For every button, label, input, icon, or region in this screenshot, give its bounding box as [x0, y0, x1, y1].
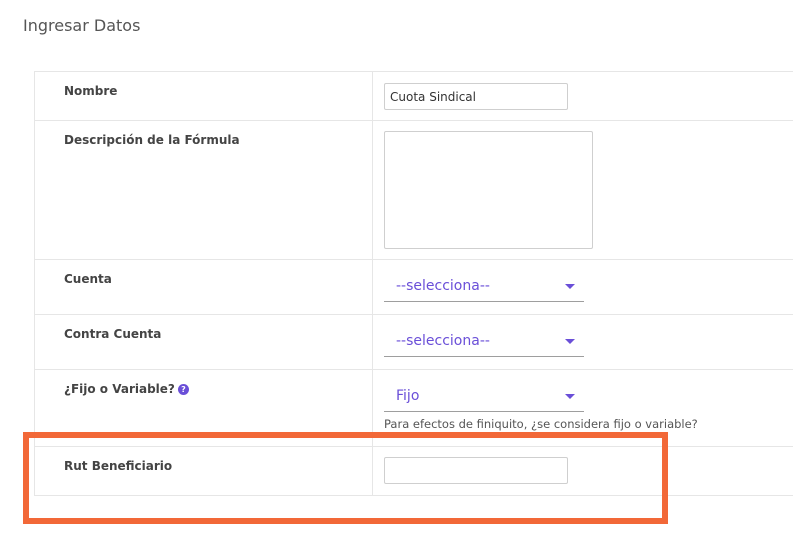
- fijo-variable-helper-text: Para efectos de finiquito, ¿se considera…: [384, 417, 698, 431]
- fijo-variable-label: ¿Fijo o Variable?: [64, 382, 175, 396]
- page: Ingresar Datos Nombre Descripción de la …: [0, 0, 793, 545]
- row-nombre: Nombre: [35, 72, 793, 121]
- contra-cuenta-cell: --selecciona--: [373, 315, 793, 369]
- cuenta-label: Cuenta: [35, 260, 373, 314]
- fijo-variable-cell: Fijo Para efectos de finiquito, ¿se cons…: [373, 370, 793, 446]
- cuenta-select-value: --selecciona--: [396, 278, 490, 294]
- fijo-variable-label-cell: ¿Fijo o Variable??: [35, 370, 373, 446]
- caret-down-icon: [565, 284, 575, 289]
- page-title: Ingresar Datos: [23, 16, 141, 35]
- cuenta-cell: --selecciona--: [373, 260, 793, 314]
- descripcion-textarea[interactable]: [384, 131, 593, 249]
- nombre-label: Nombre: [35, 72, 373, 120]
- caret-down-icon: [565, 394, 575, 399]
- row-cuenta: Cuenta --selecciona--: [35, 260, 793, 315]
- question-circle-icon[interactable]: ?: [177, 384, 189, 395]
- contra-cuenta-select-value: --selecciona--: [396, 333, 490, 349]
- descripcion-cell: [373, 121, 793, 259]
- descripcion-label: Descripción de la Fórmula: [35, 121, 373, 259]
- rut-beneficiario-label: Rut Beneficiario: [35, 447, 373, 495]
- row-descripcion: Descripción de la Fórmula: [35, 121, 793, 260]
- rut-beneficiario-cell: [373, 447, 793, 495]
- row-contra-cuenta: Contra Cuenta --selecciona--: [35, 315, 793, 370]
- contra-cuenta-label: Contra Cuenta: [35, 315, 373, 369]
- row-rut-beneficiario: Rut Beneficiario: [35, 447, 793, 496]
- rut-beneficiario-input[interactable]: [384, 457, 568, 484]
- fijo-variable-select-value: Fijo: [396, 388, 420, 404]
- caret-down-icon: [565, 339, 575, 344]
- contra-cuenta-select[interactable]: --selecciona--: [384, 328, 584, 357]
- nombre-input[interactable]: [384, 83, 568, 110]
- nombre-cell: [373, 72, 793, 120]
- row-fijo-variable: ¿Fijo o Variable?? Fijo Para efectos de …: [35, 370, 793, 447]
- form-table: Nombre Descripción de la Fórmula Cuenta …: [34, 71, 793, 496]
- cuenta-select[interactable]: --selecciona--: [384, 273, 584, 302]
- fijo-variable-select[interactable]: Fijo: [384, 383, 584, 412]
